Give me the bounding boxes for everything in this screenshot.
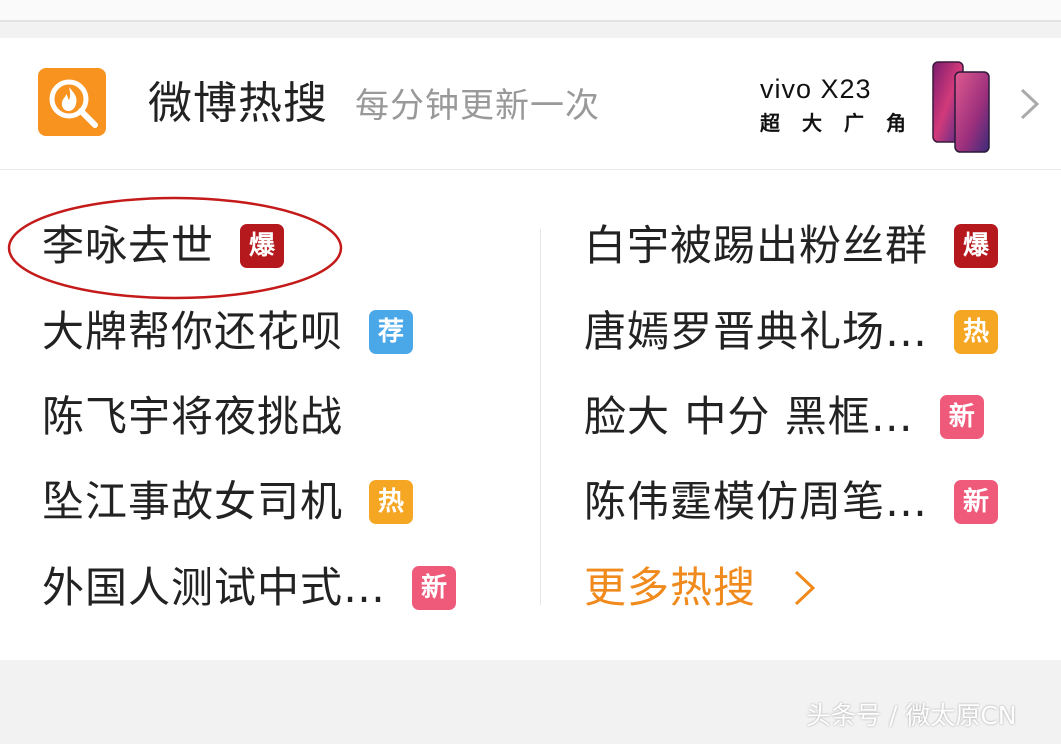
chevron-right-icon	[794, 570, 816, 606]
hot-item-title: 外国人测试中式…	[42, 563, 387, 612]
badge-new: 新	[412, 566, 457, 610]
top-strip	[0, 0, 1061, 36]
previous-card-edge	[0, 0, 1061, 22]
hot-search-header[interactable]: 微博热搜 每分钟更新一次 vivo X23 超大广角	[0, 38, 1061, 170]
page-title: 微博热搜	[148, 78, 328, 129]
more-hot-search-link[interactable]: 更多热搜	[584, 558, 818, 618]
hot-item-title: 陈飞宇将夜挑战	[42, 392, 344, 441]
hot-item-title: 陈伟霆模仿周笔…	[584, 477, 929, 526]
hot-item-left-5[interactable]: 外国人测试中式… 新	[42, 558, 457, 618]
badge-hot: 热	[954, 310, 999, 354]
hot-item-left-4[interactable]: 坠江事故女司机 热	[42, 472, 414, 532]
hot-item-right-3[interactable]: 脸大 中分 黑框… 新	[584, 387, 984, 447]
badge-new: 新	[954, 480, 999, 524]
column-divider	[540, 229, 541, 605]
hot-item-title: 唐嫣罗晋典礼场…	[584, 307, 929, 356]
hot-item-title: 脸大 中分 黑框…	[584, 392, 914, 441]
more-hot-search-label: 更多热搜	[584, 563, 757, 612]
badge-new: 新	[939, 395, 984, 439]
weibo-hot-search-flame-icon	[38, 68, 106, 136]
watermark: 头条号 / 微太原CN	[806, 701, 1017, 730]
hot-item-right-1[interactable]: 白宇被踢出粉丝群 爆	[584, 216, 999, 276]
phone-image-icon	[932, 61, 990, 153]
badge-bao: 爆	[954, 224, 999, 268]
hot-search-card: 微博热搜 每分钟更新一次 vivo X23 超大广角 李咏去世 爆 大牌帮你还花…	[0, 38, 1061, 660]
ad-tagline: 超大广角	[760, 111, 928, 135]
hot-item-left-3[interactable]: 陈飞宇将夜挑战	[42, 387, 343, 447]
update-frequency-text: 每分钟更新一次	[355, 86, 600, 126]
badge-hot: 热	[369, 480, 414, 524]
hot-item-title: 大牌帮你还花呗	[42, 307, 344, 356]
hot-item-right-2[interactable]: 唐嫣罗晋典礼场… 热	[584, 302, 999, 362]
vivo-ad-banner[interactable]: vivo X23 超大广角	[755, 58, 1000, 158]
hot-item-right-4[interactable]: 陈伟霆模仿周笔… 新	[584, 472, 999, 532]
hot-item-title: 坠江事故女司机	[42, 477, 344, 526]
hot-item-left-2[interactable]: 大牌帮你还花呗 荐	[42, 302, 414, 362]
badge-recommend: 荐	[369, 310, 414, 354]
ad-brand: vivo X23	[760, 74, 872, 104]
highlight-circle-annotation	[7, 196, 343, 300]
chevron-right-icon[interactable]	[1018, 86, 1042, 122]
hot-item-title: 白宇被踢出粉丝群	[584, 221, 929, 270]
